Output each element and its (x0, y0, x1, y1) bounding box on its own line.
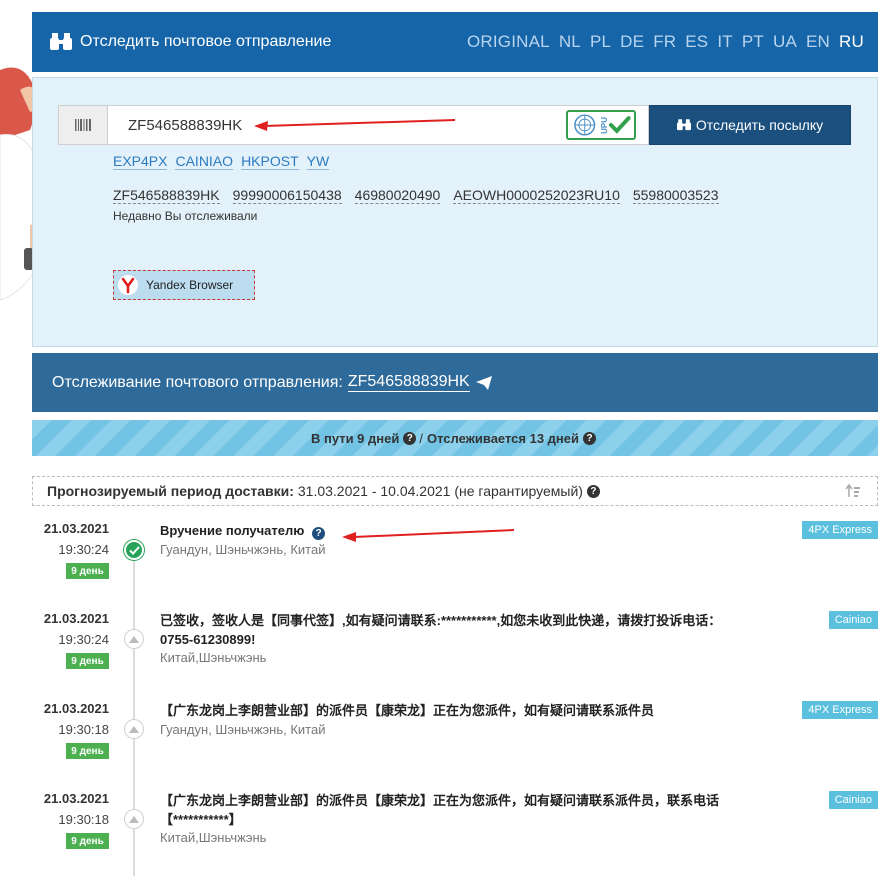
yandex-browser-button[interactable]: Yandex Browser (113, 270, 255, 300)
recent-tracking-list: ZF546588839HK 99990006150438 46980020490… (113, 187, 719, 204)
tracking-header: Отслеживание почтового отправления: ZF54… (32, 353, 878, 412)
transit-status-bar: В пути 9 дней ? / Отслеживается 13 дней … (32, 420, 878, 456)
event-title: 【广东龙岗上李朗营业部】的派件员【康荣龙】正在为您派件，如有疑问请联系派件员 (160, 703, 655, 718)
carrier-link-cainiao[interactable]: CAINIAO (175, 153, 234, 170)
upu-badge: UPU (566, 110, 636, 140)
event-location: Гуандун, Шэньчжэнь, Китай (160, 722, 326, 737)
search-row: UPU Отследить посылку (58, 105, 852, 145)
event-date: 21.03.2021 (43, 521, 109, 536)
language-selector: ORIGINAL NL PL DE FR ES IT PT UA EN RU (467, 32, 878, 52)
lang-nl[interactable]: NL (559, 32, 581, 52)
tracking-input-wrap: UPU (108, 105, 649, 145)
event-day-badge: 9 день (66, 833, 109, 849)
delivery-forecast: Прогнозируемый период доставки: 31.03.20… (32, 476, 878, 506)
track-button-label: Отследить посылку (695, 117, 824, 133)
recent-item[interactable]: 55980003523 (632, 187, 719, 204)
event-time: 19:30:24 (58, 632, 109, 647)
event-location: Гуандун, Шэньчжэнь, Китай (160, 542, 326, 557)
event-date: 21.03.2021 (43, 611, 109, 626)
sort-icon[interactable] (845, 483, 861, 499)
chevron-up-icon (124, 629, 144, 649)
event-day-badge: 9 день (66, 563, 109, 579)
event-time: 19:30:24 (58, 542, 109, 557)
delivered-check-icon (124, 540, 144, 560)
lang-it[interactable]: IT (717, 32, 733, 52)
binoculars-icon (676, 119, 691, 131)
barcode-icon[interactable] (58, 105, 108, 145)
header-title: Отследить почтовое отправление (80, 33, 332, 50)
lang-fr[interactable]: FR (653, 32, 676, 52)
chevron-up-icon (124, 719, 144, 739)
binoculars-icon (50, 33, 72, 50)
lang-ru[interactable]: RU (839, 32, 864, 52)
recent-label: Недавно Вы отслеживали (113, 209, 258, 223)
tracked-days: Отслеживается 13 дней (426, 430, 580, 446)
tracking-label: Отслеживание почтового отправления: (52, 373, 343, 391)
event-date: 21.03.2021 (43, 701, 109, 716)
event-source-badge: Cainiao (828, 611, 878, 629)
event-title: 【广东龙岗上李朗营业部】的派件员【康荣龙】正在为您派件，如有疑问请联系派件员，联… (160, 793, 720, 827)
event-title: 已签收，签收人是【同事代签】,如有疑问请联系:***********,如您未收到… (160, 613, 722, 647)
yandex-logo-icon (118, 275, 138, 295)
event-date: 21.03.2021 (43, 791, 109, 806)
carrier-link-hkpost[interactable]: HKPOST (241, 153, 299, 170)
lang-pt[interactable]: PT (742, 32, 764, 52)
lang-es[interactable]: ES (685, 32, 708, 52)
tracking-number-link[interactable]: ZF546588839HK (347, 373, 470, 392)
event-source-badge: 4PX Express (802, 521, 878, 539)
upu-label: UPU (600, 116, 610, 134)
carrier-link-yw[interactable]: YW (306, 153, 330, 170)
event-location: Китай,Шэньчжэнь (160, 650, 267, 665)
search-panel: UPU Отследить посылку EXP4PX CAINIAO HKP… (32, 77, 878, 347)
carrier-link-exp4px[interactable]: EXP4PX (113, 153, 168, 170)
event-title-text: Вручение получателю (160, 523, 305, 538)
help-icon[interactable]: ? (312, 527, 325, 540)
event-title: Вручение получателю ? (160, 521, 760, 540)
lang-pl[interactable]: PL (590, 32, 611, 52)
event-source-badge: Cainiao (828, 791, 878, 809)
recent-item[interactable]: 99990006150438 (232, 187, 342, 204)
check-icon (609, 116, 631, 134)
lang-en[interactable]: EN (806, 32, 830, 52)
top-header: Отследить почтовое отправление ORIGINAL … (32, 12, 878, 72)
yandex-browser-label: Yandex Browser (146, 278, 234, 292)
forecast-label: Прогнозируемый период доставки: (47, 483, 294, 499)
help-icon[interactable]: ? (583, 431, 597, 445)
help-icon[interactable]: ? (586, 484, 600, 498)
recent-item[interactable]: ZF546588839HK (113, 187, 220, 204)
share-send-icon[interactable] (475, 375, 492, 390)
forecast-value: 31.03.2021 - 10.04.2021 (не гарантируемы… (297, 483, 583, 499)
status-separator: / (419, 430, 423, 446)
event-day-badge: 9 день (66, 653, 109, 669)
barcode-glyph-icon (75, 119, 91, 131)
event-source-badge: 4PX Express (802, 701, 878, 719)
event-time: 19:30:18 (58, 812, 109, 827)
help-icon[interactable]: ? (403, 431, 417, 445)
lang-de[interactable]: DE (620, 32, 644, 52)
event-time: 19:30:18 (58, 722, 109, 737)
carrier-links: EXP4PX CAINIAO HKPOST YW (113, 153, 330, 170)
event-day-badge: 9 день (66, 743, 109, 759)
chevron-up-icon (124, 809, 144, 829)
event-location: Китай,Шэньчжэнь (160, 830, 267, 845)
un-emblem-icon (574, 114, 596, 136)
recent-item[interactable]: AEOWH0000252023RU10 (453, 187, 620, 204)
track-parcel-button[interactable]: Отследить посылку (649, 105, 851, 145)
lang-original[interactable]: ORIGINAL (467, 32, 550, 52)
lang-ua[interactable]: UA (773, 32, 797, 52)
header-brand[interactable]: Отследить почтовое отправление (32, 33, 331, 51)
in-transit-days: В пути 9 дней (310, 430, 400, 446)
recent-item[interactable]: 46980020490 (354, 187, 441, 204)
